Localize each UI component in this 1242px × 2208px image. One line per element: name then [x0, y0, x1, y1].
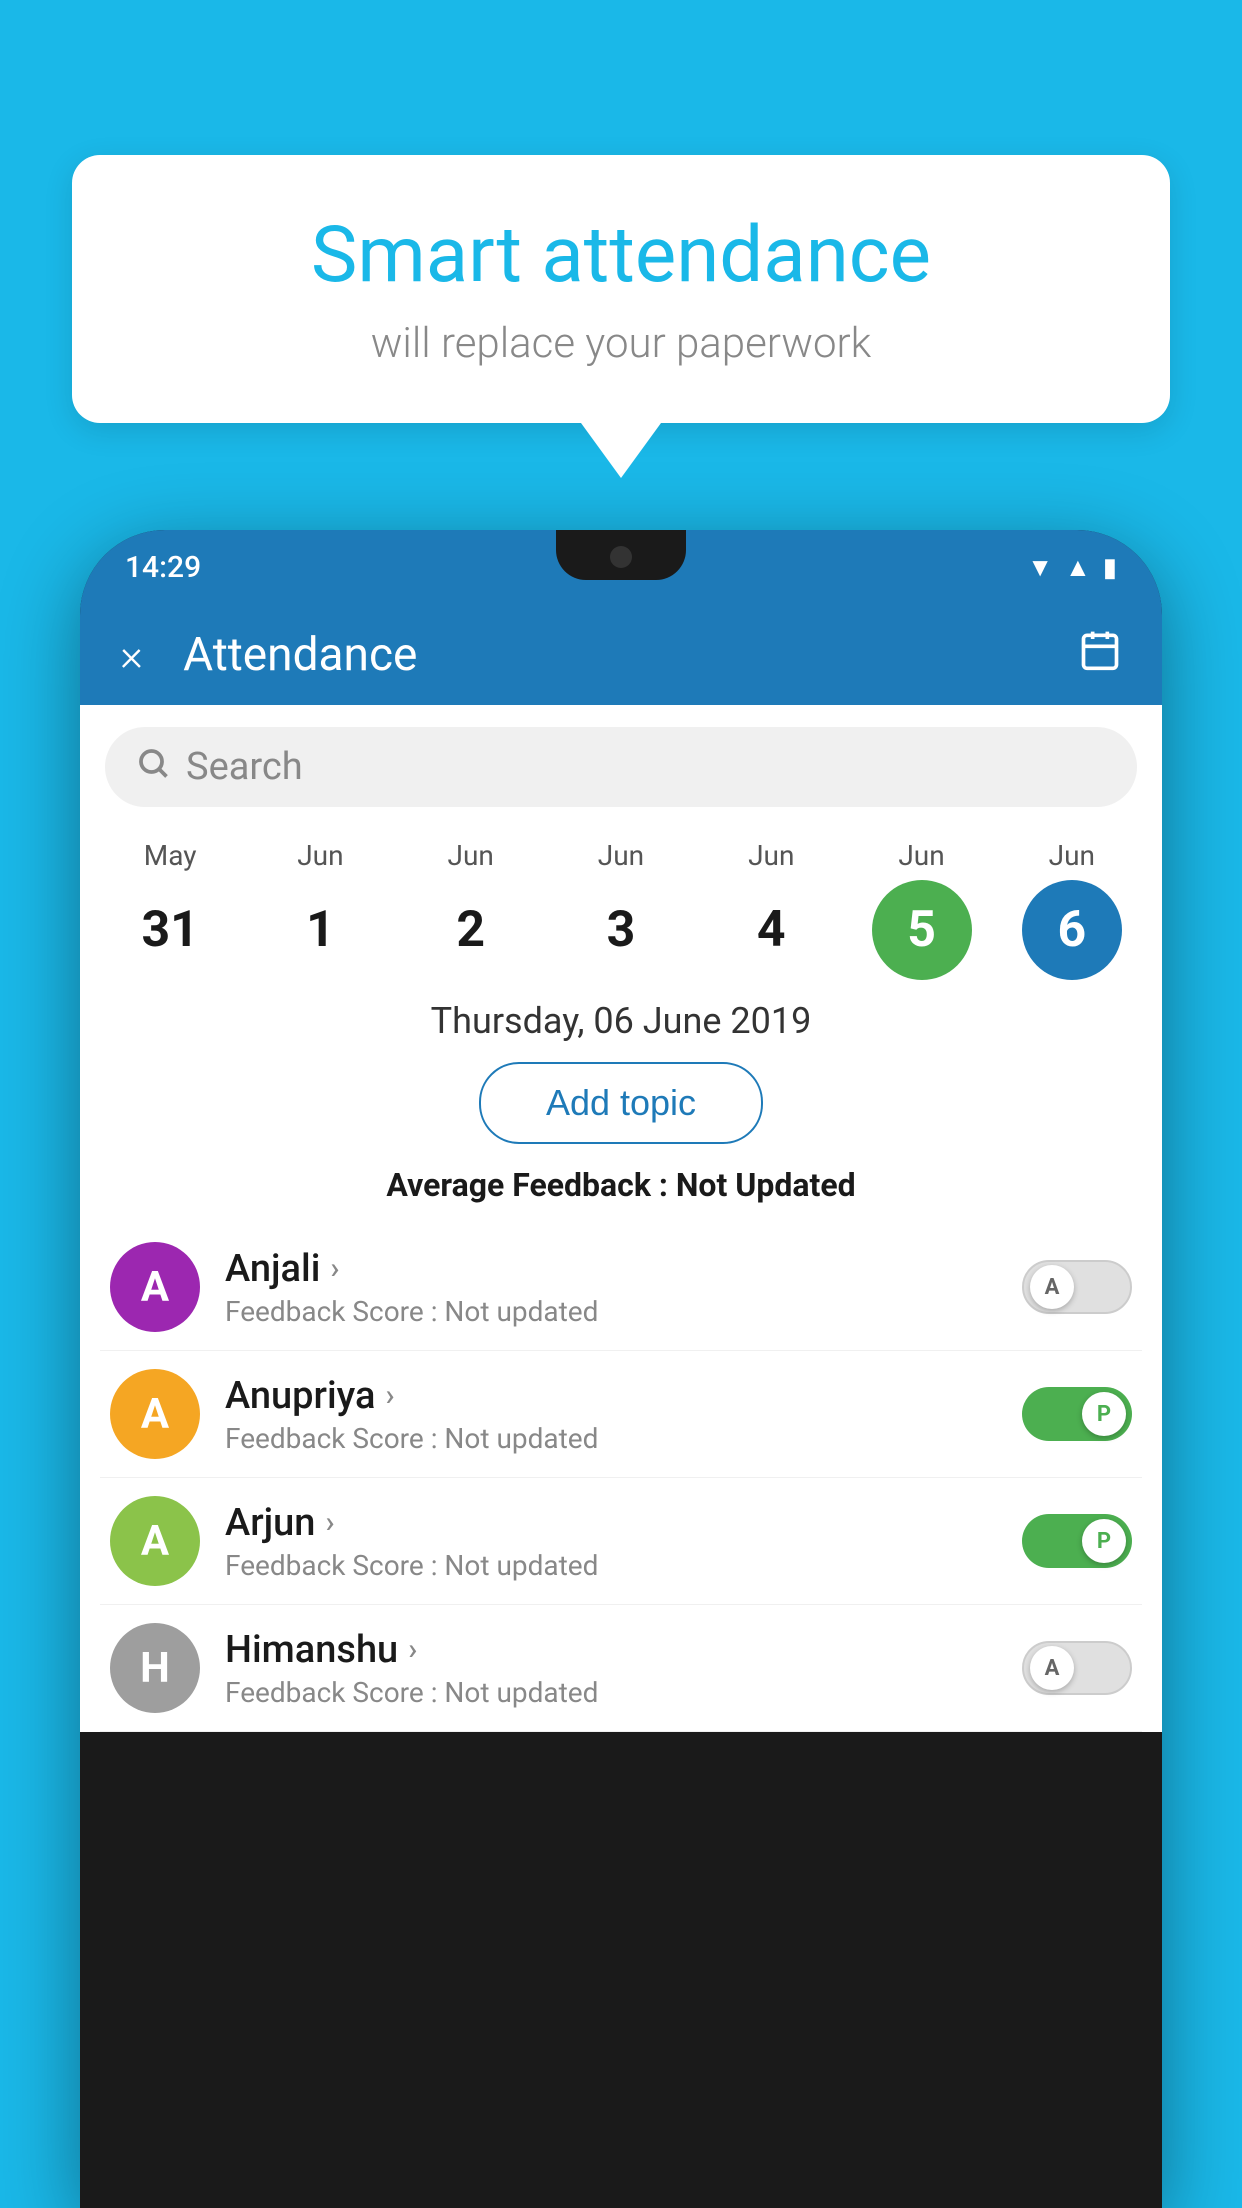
student-name-anupriya: Anupriya › [225, 1374, 1022, 1418]
student-list: A Anjali › Feedback Score : Not updated … [80, 1224, 1162, 1732]
signal-icon: ▲ [1065, 552, 1091, 583]
phone-frame: 14:29 ▼ ▲ ▮ × Attendance [80, 530, 1162, 2208]
search-bar[interactable]: Search [105, 727, 1137, 807]
date-may31[interactable]: May 31 [105, 839, 235, 980]
status-time: 14:29 [125, 550, 201, 585]
date-jun4[interactable]: Jun 4 [706, 839, 836, 980]
search-icon [135, 745, 171, 790]
attendance-toggle-anupriya[interactable]: P [1022, 1387, 1132, 1441]
calendar-row: May 31 Jun 1 Jun 2 Jun 3 Jun 4 Jun 5 [80, 829, 1162, 980]
student-info-anupriya: Anupriya › Feedback Score : Not updated [225, 1374, 1022, 1455]
feedback-anupriya: Feedback Score : Not updated [225, 1422, 1022, 1455]
date-jun3[interactable]: Jun 3 [556, 839, 686, 980]
student-name-anjali: Anjali › [225, 1247, 1022, 1291]
student-item-arjun[interactable]: A Arjun › Feedback Score : Not updated P [100, 1478, 1142, 1605]
student-info-himanshu: Himanshu › Feedback Score : Not updated [225, 1628, 1022, 1709]
student-name-arjun: Arjun › [225, 1501, 1022, 1545]
date-jun2[interactable]: Jun 2 [406, 839, 536, 980]
date-jun6[interactable]: Jun 6 [1007, 839, 1137, 980]
speech-bubble-subtitle: will replace your paperwork [132, 319, 1110, 368]
avg-feedback-label: Average Feedback : [386, 1166, 668, 1204]
chevron-icon-arjun: › [325, 1505, 334, 1540]
toggle-thumb-himanshu: A [1030, 1646, 1074, 1690]
student-item-anjali[interactable]: A Anjali › Feedback Score : Not updated … [100, 1224, 1142, 1351]
avatar-anjali: A [110, 1242, 200, 1332]
student-info-anjali: Anjali › Feedback Score : Not updated [225, 1247, 1022, 1328]
toggle-anupriya[interactable]: P [1022, 1387, 1132, 1441]
search-placeholder: Search [186, 745, 303, 789]
avg-feedback: Average Feedback : Not Updated [80, 1154, 1162, 1224]
status-icons: ▼ ▲ ▮ [1027, 552, 1117, 583]
speech-bubble-container: Smart attendance will replace your paper… [72, 155, 1170, 478]
student-item-anupriya[interactable]: A Anupriya › Feedback Score : Not update… [100, 1351, 1142, 1478]
feedback-himanshu: Feedback Score : Not updated [225, 1676, 1022, 1709]
date-jun1[interactable]: Jun 1 [255, 839, 385, 980]
speech-bubble: Smart attendance will replace your paper… [72, 155, 1170, 423]
selected-date-label: Thursday, 06 June 2019 [80, 980, 1162, 1052]
avg-feedback-value: Not Updated [676, 1166, 856, 1204]
student-name-himanshu: Himanshu › [225, 1628, 1022, 1672]
app-header: × Attendance [80, 605, 1162, 705]
student-item-himanshu[interactable]: H Himanshu › Feedback Score : Not update… [100, 1605, 1142, 1732]
avatar-himanshu: H [110, 1623, 200, 1713]
speech-bubble-tail [581, 423, 661, 478]
camera-dot [610, 546, 632, 568]
toggle-thumb-arjun: P [1082, 1519, 1126, 1563]
avatar-anupriya: A [110, 1369, 200, 1459]
feedback-anjali: Feedback Score : Not updated [225, 1295, 1022, 1328]
toggle-thumb-anjali: A [1030, 1265, 1074, 1309]
feedback-arjun: Feedback Score : Not updated [225, 1549, 1022, 1582]
toggle-himanshu[interactable]: A [1022, 1641, 1132, 1695]
student-info-arjun: Arjun › Feedback Score : Not updated [225, 1501, 1022, 1582]
battery-icon: ▮ [1103, 553, 1117, 583]
phone-content: Search May 31 Jun 1 Jun 2 Jun 3 Jun 4 [80, 705, 1162, 1732]
wifi-icon: ▼ [1027, 552, 1053, 583]
attendance-toggle-anjali[interactable]: A [1022, 1260, 1132, 1314]
add-topic-button[interactable]: Add topic [479, 1062, 763, 1144]
toggle-anjali[interactable]: A [1022, 1260, 1132, 1314]
avatar-arjun: A [110, 1496, 200, 1586]
calendar-icon[interactable] [1078, 628, 1122, 682]
date-jun5[interactable]: Jun 5 [857, 839, 987, 980]
chevron-icon-anjali: › [330, 1251, 339, 1286]
chevron-icon-anupriya: › [385, 1378, 394, 1413]
close-button[interactable]: × [120, 629, 143, 681]
header-title: Attendance [183, 628, 1078, 682]
status-bar: 14:29 ▼ ▲ ▮ [80, 530, 1162, 605]
toggle-arjun[interactable]: P [1022, 1514, 1132, 1568]
speech-bubble-title: Smart attendance [132, 210, 1110, 301]
attendance-toggle-arjun[interactable]: P [1022, 1514, 1132, 1568]
phone-notch [556, 530, 686, 580]
chevron-icon-himanshu: › [408, 1632, 417, 1667]
toggle-thumb-anupriya: P [1082, 1392, 1126, 1436]
attendance-toggle-himanshu[interactable]: A [1022, 1641, 1132, 1695]
